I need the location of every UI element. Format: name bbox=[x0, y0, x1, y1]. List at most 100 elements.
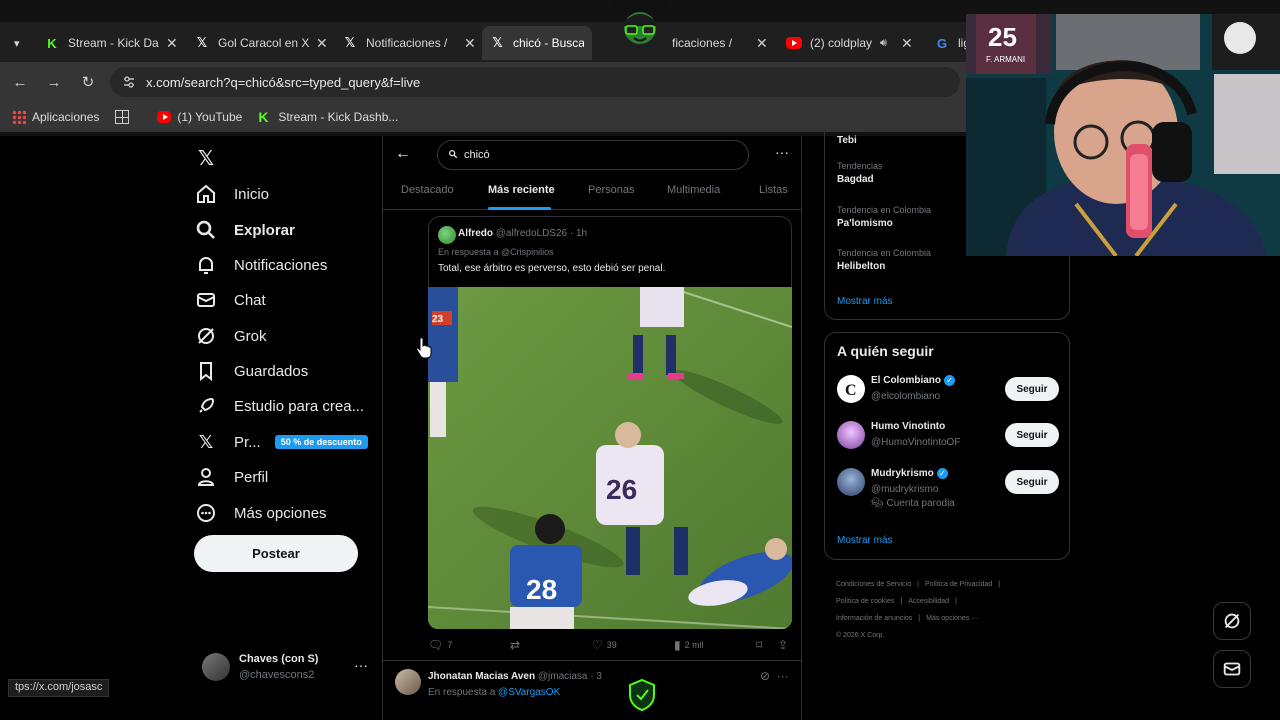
sidebar-item-perfil[interactable]: Perfil bbox=[194, 461, 268, 493]
bookmark-youtube[interactable]: (1) YouTube bbox=[157, 110, 242, 124]
tab-notificaciones-2[interactable]: ficaciones / ✕ bbox=[664, 26, 776, 60]
sidebar-item-explorar[interactable]: Explorar bbox=[194, 214, 295, 246]
apps-grid-icon bbox=[12, 110, 26, 124]
site-info-icon[interactable] bbox=[122, 75, 136, 89]
jersey-name: F. ARMANI bbox=[986, 55, 1025, 64]
discount-badge: 50 % de descuento bbox=[274, 435, 368, 449]
tweet-video[interactable]: 23 26 28 bbox=[428, 287, 792, 629]
reload-icon[interactable]: ↻ bbox=[78, 72, 98, 92]
tab-gol-caracol[interactable]: 𝕏 Gol Caracol en X ✕ bbox=[186, 26, 336, 60]
tab-coldplay[interactable]: (2) coldplay 🔊︎ ✕ bbox=[778, 26, 921, 60]
tab-personas[interactable]: Personas bbox=[588, 184, 634, 196]
grok-icon[interactable]: ⊘ bbox=[760, 669, 770, 683]
google-icon: G bbox=[936, 35, 948, 51]
tab-chico-search[interactable]: 𝕏 chicó - Buscar / bbox=[482, 26, 592, 60]
footer-links: Condiciones de Servicio | Política de Priv… bbox=[836, 581, 1001, 639]
trend-item[interactable]: Tendencia en Colombia Helibelton bbox=[837, 248, 931, 272]
active-tab-indicator bbox=[488, 207, 551, 210]
tab-mas-reciente[interactable]: Más reciente bbox=[488, 184, 555, 196]
sidebar-item-premium[interactable]: 𝕏 Pr... 50 % de descuento bbox=[194, 426, 368, 458]
follow-suggestion[interactable]: Mudrykrismo ✓ @mudrykrismo 🎭︎ Cuenta paro… bbox=[837, 464, 1059, 516]
tweet-card[interactable]: Jhonatan Macias Aven @jmaciasa · 3 En re… bbox=[383, 660, 801, 720]
views-button[interactable]: ▮ 2 mil bbox=[674, 638, 704, 652]
avatar: C bbox=[837, 375, 865, 403]
more-icon[interactable]: ··· bbox=[777, 669, 789, 683]
trend-item[interactable]: Tebi bbox=[837, 132, 857, 146]
close-icon[interactable]: ✕ bbox=[464, 35, 476, 52]
follow-button[interactable]: Seguir bbox=[1005, 377, 1059, 401]
sidebar-item-mas-opciones[interactable]: Más opciones bbox=[194, 497, 327, 529]
tab-multimedia[interactable]: Multimedia bbox=[667, 184, 720, 196]
search-input[interactable]: chicó bbox=[437, 140, 749, 170]
sidebar-item-inicio[interactable]: Inicio bbox=[194, 178, 269, 210]
svg-text:C: C bbox=[845, 382, 857, 399]
sidebar-item-chat[interactable]: Chat bbox=[194, 284, 266, 316]
tab-destacado[interactable]: Destacado bbox=[401, 184, 454, 196]
follow-suggestion[interactable]: C El Colombiano ✓ @elcolombiano Seguir bbox=[837, 371, 1059, 411]
close-icon[interactable]: ✕ bbox=[756, 35, 768, 52]
tab-kick-stream[interactable]: K Stream - Kick Da ✕ bbox=[36, 26, 186, 60]
tab-listas[interactable]: Listas bbox=[759, 184, 788, 196]
follow-show-more[interactable]: Mostrar más bbox=[837, 535, 893, 546]
search-tabs: Destacado Más reciente Personas Multimed… bbox=[383, 176, 801, 210]
search-query: chicó bbox=[464, 149, 490, 161]
sidebar-item-grok[interactable]: Grok bbox=[194, 320, 267, 352]
search-header: ← chicó ··· bbox=[383, 136, 801, 176]
post-button[interactable]: Postear bbox=[194, 535, 358, 572]
tweet-actions: 🗨︎ 7 ⇄ ♡ 39 ▮ 2 mil ⌑ ⇪ bbox=[428, 636, 792, 654]
rocket-icon bbox=[199, 397, 215, 413]
more-icon[interactable]: ··· bbox=[775, 144, 789, 160]
tweet-card[interactable]: Alfredo @alfredoLDS26 · 1h En respuesta … bbox=[428, 216, 792, 288]
follow-suggestion[interactable]: Humo Vinotinto @HumoVinotintoOF Seguir bbox=[837, 417, 1059, 457]
messages-floating-button[interactable] bbox=[1213, 650, 1251, 688]
share-button[interactable]: ⇪ bbox=[778, 638, 792, 652]
url-text: x.com/search?q=chicó&src=typed_query&f=l… bbox=[146, 74, 421, 90]
avatar bbox=[837, 421, 865, 449]
jersey-number: 23 bbox=[432, 314, 444, 325]
bookmark-button[interactable]: ⌑ bbox=[756, 638, 766, 652]
bookmark-grid[interactable] bbox=[115, 110, 135, 124]
sidebar-item-guardados[interactable]: Guardados bbox=[194, 355, 308, 387]
back-icon[interactable]: ← bbox=[10, 72, 30, 92]
trends-show-more[interactable]: Mostrar más bbox=[837, 296, 893, 307]
more-icon[interactable]: ··· bbox=[354, 657, 368, 673]
avatar bbox=[837, 468, 865, 496]
parody-mask-icon: 🎭︎ bbox=[871, 498, 887, 509]
bookmark-icon: ⌑ bbox=[756, 638, 763, 652]
sidebar-item-notificaciones[interactable]: Notificaciones bbox=[194, 249, 327, 281]
forward-icon[interactable]: → bbox=[44, 72, 64, 92]
tweet-more-actions: ⊘ ··· bbox=[760, 669, 789, 683]
mail-icon bbox=[197, 293, 215, 307]
avatar[interactable] bbox=[438, 226, 456, 244]
close-icon[interactable]: ✕ bbox=[166, 35, 178, 52]
kick-icon: K bbox=[47, 35, 57, 51]
verified-badge-icon: ✓ bbox=[936, 468, 948, 479]
tab-notificaciones[interactable]: 𝕏 Notificaciones / ✕ bbox=[334, 26, 484, 60]
jersey-number: 26 bbox=[606, 474, 637, 505]
trend-item[interactable]: Tendencia en Colombia Pa'lomismo bbox=[837, 205, 931, 229]
mail-icon bbox=[1223, 662, 1241, 676]
sidebar-item-estudio[interactable]: Estudio para crea... bbox=[194, 390, 364, 422]
close-icon[interactable]: ✕ bbox=[316, 35, 328, 52]
close-icon[interactable]: ✕ bbox=[901, 35, 913, 52]
follow-button[interactable]: Seguir bbox=[1005, 470, 1059, 494]
reply-button[interactable]: 🗨︎ 7 bbox=[428, 638, 452, 652]
bottom-shield-logo bbox=[629, 678, 655, 712]
grid-icon bbox=[115, 110, 130, 124]
address-bar[interactable]: x.com/search?q=chicó&src=typed_query&f=l… bbox=[110, 67, 960, 97]
trend-item[interactable]: Tendencias Bagdad bbox=[837, 161, 883, 185]
tab-list-button[interactable]: ▾ bbox=[6, 26, 36, 60]
link-status-bar: tps://x.com/josasc bbox=[8, 679, 110, 697]
back-arrow-icon[interactable]: ← bbox=[395, 145, 411, 163]
x-logo[interactable]: 𝕏 bbox=[194, 142, 234, 174]
repost-button[interactable]: ⇄ bbox=[510, 638, 524, 652]
bookmark-kick[interactable]: K Stream - Kick Dashb... bbox=[258, 110, 398, 124]
speaker-icon[interactable]: 🔊︎ bbox=[880, 37, 887, 50]
account-switcher[interactable]: Chaves (con S) @chavescons2 ··· bbox=[202, 651, 372, 685]
avatar[interactable] bbox=[395, 669, 421, 695]
like-button[interactable]: ♡ 39 bbox=[592, 638, 617, 652]
youtube-icon bbox=[786, 37, 802, 49]
follow-button[interactable]: Seguir bbox=[1005, 423, 1059, 447]
bookmark-apps[interactable]: Aplicaciones bbox=[12, 110, 99, 124]
grok-floating-button[interactable] bbox=[1213, 602, 1251, 640]
